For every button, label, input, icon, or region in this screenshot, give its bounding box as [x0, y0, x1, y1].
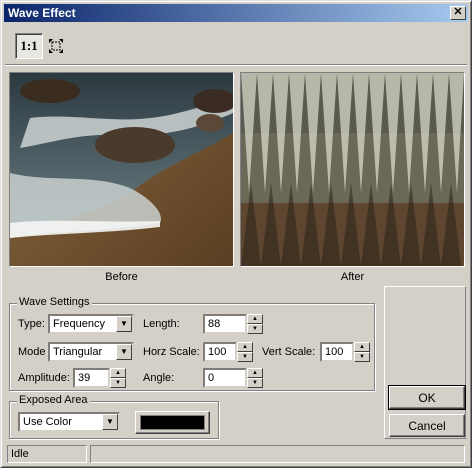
type-label: Type: [18, 318, 45, 330]
length-input[interactable]: 88 [203, 314, 247, 334]
exposed-area-value: Use Color [23, 416, 72, 428]
spin-up-icon[interactable]: ▲ [110, 368, 126, 378]
close-button[interactable]: ✕ [450, 6, 466, 20]
after-image [241, 73, 464, 266]
before-caption: Before [105, 271, 138, 283]
ok-button[interactable]: OK [388, 385, 466, 410]
vert-scale-spinner[interactable]: ▲ ▼ [354, 342, 370, 362]
angle-label: Angle: [143, 372, 175, 384]
mode-value: Triangular [53, 346, 103, 358]
vert-scale-label: Vert Scale: [262, 346, 316, 358]
color-picker-button[interactable] [135, 411, 210, 434]
exposed-area-title: Exposed Area [17, 394, 90, 406]
status-progress [90, 445, 465, 463]
spin-up-icon[interactable]: ▲ [247, 368, 263, 378]
chevron-down-icon: ▼ [116, 344, 132, 360]
zoom-1to1-label: 1:1 [20, 38, 38, 53]
spin-down-icon[interactable]: ▼ [247, 324, 263, 334]
before-image [10, 73, 237, 266]
horz-scale-input[interactable]: 100 [203, 342, 237, 362]
wave-effect-dialog: Wave Effect ✕ 1:1 Before After Wave Sett… [0, 0, 472, 468]
amplitude-spinner[interactable]: ▲ ▼ [110, 368, 126, 388]
wave-settings-title: Wave Settings [17, 296, 92, 308]
exposed-area-select[interactable]: Use Color ▼ [18, 412, 120, 432]
amplitude-label: Amplitude: [18, 372, 70, 384]
spin-up-icon[interactable]: ▲ [247, 314, 263, 324]
type-value: Frequency [53, 318, 105, 330]
after-caption: After [340, 271, 365, 283]
angle-spinner[interactable]: ▲ ▼ [247, 368, 263, 388]
spin-down-icon[interactable]: ▼ [354, 352, 370, 362]
status-text: Idle [7, 445, 87, 463]
chevron-down-icon: ▼ [102, 414, 118, 430]
after-preview [240, 72, 465, 267]
zoom-1to1-button[interactable]: 1:1 [15, 33, 43, 59]
spin-down-icon[interactable]: ▼ [247, 378, 263, 388]
toolbar-divider [5, 64, 467, 66]
vert-scale-input[interactable]: 100 [320, 342, 354, 362]
mode-label: Mode [18, 346, 46, 358]
before-preview [9, 72, 237, 267]
chevron-down-icon: ▼ [116, 316, 132, 332]
length-label: Length: [143, 318, 180, 330]
type-select[interactable]: Frequency ▼ [48, 314, 134, 334]
fit-to-window-button[interactable] [45, 33, 67, 59]
close-icon: ✕ [453, 6, 463, 18]
horz-scale-label: Horz Scale: [143, 346, 200, 358]
spin-up-icon[interactable]: ▲ [237, 342, 253, 352]
mode-select[interactable]: Triangular ▼ [48, 342, 134, 362]
amplitude-input[interactable]: 39 [73, 368, 110, 388]
angle-input[interactable]: 0 [203, 368, 247, 388]
title-bar: Wave Effect ✕ [4, 4, 468, 22]
spin-down-icon[interactable]: ▼ [237, 352, 253, 362]
cancel-button[interactable]: Cancel [389, 414, 465, 437]
window-title: Wave Effect [8, 6, 76, 20]
spin-down-icon[interactable]: ▼ [110, 378, 126, 388]
fit-to-window-icon [49, 39, 63, 53]
color-swatch [140, 415, 205, 430]
horz-scale-spinner[interactable]: ▲ ▼ [237, 342, 253, 362]
length-spinner[interactable]: ▲ ▼ [247, 314, 263, 334]
spin-up-icon[interactable]: ▲ [354, 342, 370, 352]
